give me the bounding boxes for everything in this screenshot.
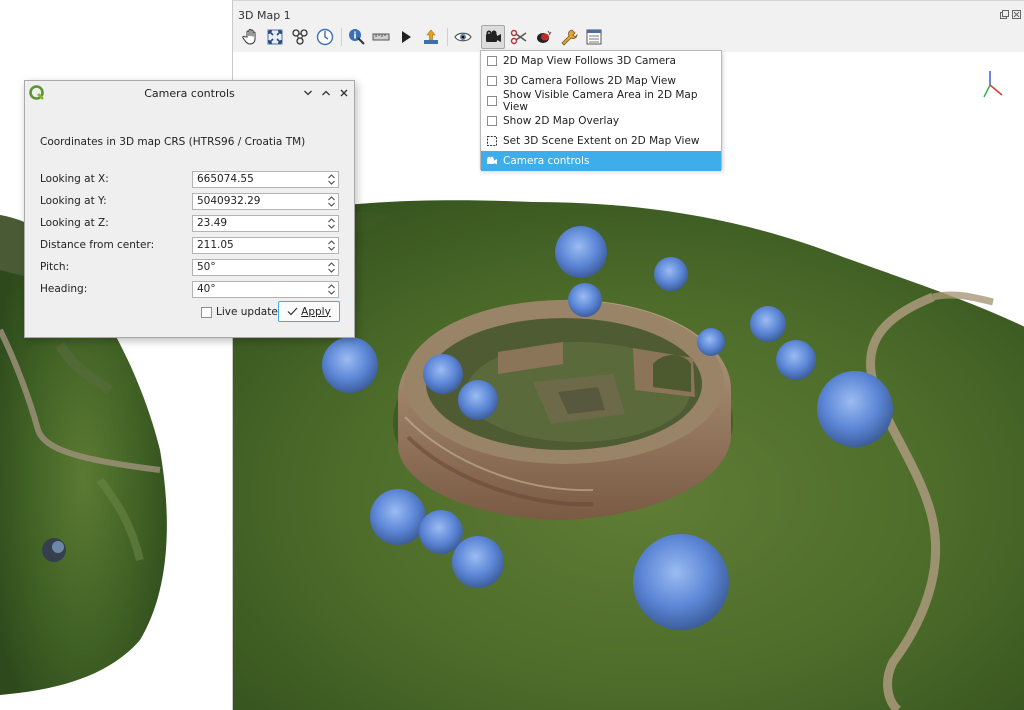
looking-at-z-label: Looking at Z: <box>40 217 109 229</box>
effects-icon[interactable] <box>532 25 556 49</box>
checkbox[interactable] <box>487 116 497 126</box>
collapse-icon[interactable] <box>301 86 315 100</box>
measure-icon[interactable] <box>313 25 337 49</box>
apply-button-label: Apply <box>301 305 331 318</box>
looking-at-y-spinbox[interactable]: 5040932.29 <box>192 193 339 210</box>
pitch-spinbox[interactable]: 50° <box>192 259 339 276</box>
checkbox[interactable] <box>487 76 497 86</box>
menu-item-label: Show 2D Map Overlay <box>503 115 620 127</box>
spin-arrows-icon[interactable] <box>327 239 336 252</box>
spin-arrows-icon[interactable] <box>327 261 336 274</box>
menu-item-label: Show Visible Camera Area in 2D Map View <box>503 89 698 113</box>
looking-at-z-spinbox[interactable]: 23.49 <box>192 215 339 232</box>
qgis-window: 3D Map 1 i 2D Map View Follows 3D Camera… <box>0 0 1024 710</box>
heading-spinbox[interactable]: 40° <box>192 281 339 298</box>
close-dock-icon[interactable] <box>1012 10 1021 19</box>
maximize-icon[interactable] <box>319 86 333 100</box>
checkmark-icon <box>287 307 298 316</box>
toolbar-separator <box>447 28 448 46</box>
menu-item-label: Camera controls <box>503 155 590 167</box>
float-dock-icon[interactable] <box>1000 10 1009 19</box>
camera-icon <box>486 155 498 167</box>
menu-item-camera-controls[interactable]: Camera controls <box>481 151 721 171</box>
menu-item-label: 3D Camera Follows 2D Map View <box>503 75 676 87</box>
play-animation-icon[interactable] <box>394 25 418 49</box>
info-icon[interactable]: i <box>345 25 369 49</box>
dialog-titlebar[interactable]: Camera controls <box>25 81 354 105</box>
identify-3d-icon[interactable] <box>288 25 312 49</box>
menu-item-2d-follows-3d[interactable]: 2D Map View Follows 3D Camera <box>481 51 721 71</box>
looking-at-y-label: Looking at Y: <box>40 195 107 207</box>
spin-arrows-icon[interactable] <box>327 173 336 186</box>
crs-label: Coordinates in 3D map CRS (HTRS96 / Croa… <box>40 136 306 148</box>
axis-gizmo <box>983 71 1003 98</box>
live-update-checkbox[interactable] <box>201 307 212 318</box>
menu-item-set-scene-extent[interactable]: Set 3D Scene Extent on 2D Map View <box>481 131 721 151</box>
menu-item-label: Set 3D Scene Extent on 2D Map View <box>503 135 700 147</box>
export-scene-icon[interactable] <box>419 25 443 49</box>
spin-arrows-icon[interactable] <box>327 195 336 208</box>
dock-title: 3D Map 1 <box>238 9 291 22</box>
pan-icon[interactable] <box>239 25 263 49</box>
pitch-value: 50° <box>197 261 216 273</box>
distance-label: Distance from center: <box>40 239 155 251</box>
looking-at-x-value: 665074.55 <box>197 173 254 185</box>
eye-icon[interactable] <box>451 25 475 49</box>
menu-item-show-camera-area[interactable]: Show Visible Camera Area in 2D Map View <box>481 89 721 113</box>
toolbar-separator <box>341 28 342 46</box>
camera-controls-dialog: Camera controls Coordinates in 3D map CR… <box>24 80 355 338</box>
3d-toolbar: i <box>233 22 1024 52</box>
zoom-full-icon[interactable] <box>263 25 287 49</box>
heading-value: 40° <box>197 283 216 295</box>
close-icon[interactable] <box>337 86 351 100</box>
pitch-label: Pitch: <box>40 261 70 273</box>
dock-titlebar[interactable]: 3D Map 1 <box>233 0 1024 22</box>
apply-button[interactable]: Apply <box>278 301 340 322</box>
distance-spinbox[interactable]: 211.05 <box>192 237 339 254</box>
menu-item-3d-follows-2d[interactable]: 3D Camera Follows 2D Map View <box>481 71 721 91</box>
checkbox[interactable] <box>487 56 497 66</box>
panel-icon[interactable] <box>582 25 606 49</box>
spin-arrows-icon[interactable] <box>327 217 336 230</box>
scissors-icon[interactable] <box>507 25 531 49</box>
ruler-icon[interactable] <box>369 25 393 49</box>
live-update-label: Live update <box>216 306 278 318</box>
checkbox[interactable] <box>487 96 497 106</box>
extent-icon <box>486 135 498 147</box>
heading-label: Heading: <box>40 283 88 295</box>
looking-at-x-spinbox[interactable]: 665074.55 <box>192 171 339 188</box>
looking-at-x-label: Looking at X: <box>40 173 109 185</box>
camera-menu: 2D Map View Follows 3D Camera 3D Camera … <box>480 50 722 171</box>
distance-value: 211.05 <box>197 239 234 251</box>
looking-at-y-value: 5040932.29 <box>197 195 261 207</box>
svg-text:i: i <box>353 32 356 42</box>
looking-at-z-value: 23.49 <box>197 217 228 229</box>
wrench-icon[interactable] <box>557 25 581 49</box>
spin-arrows-icon[interactable] <box>327 283 336 296</box>
menu-item-show-2d-overlay[interactable]: Show 2D Map Overlay <box>481 111 721 131</box>
menu-item-label: 2D Map View Follows 3D Camera <box>503 55 676 67</box>
camera-icon[interactable] <box>481 25 505 49</box>
